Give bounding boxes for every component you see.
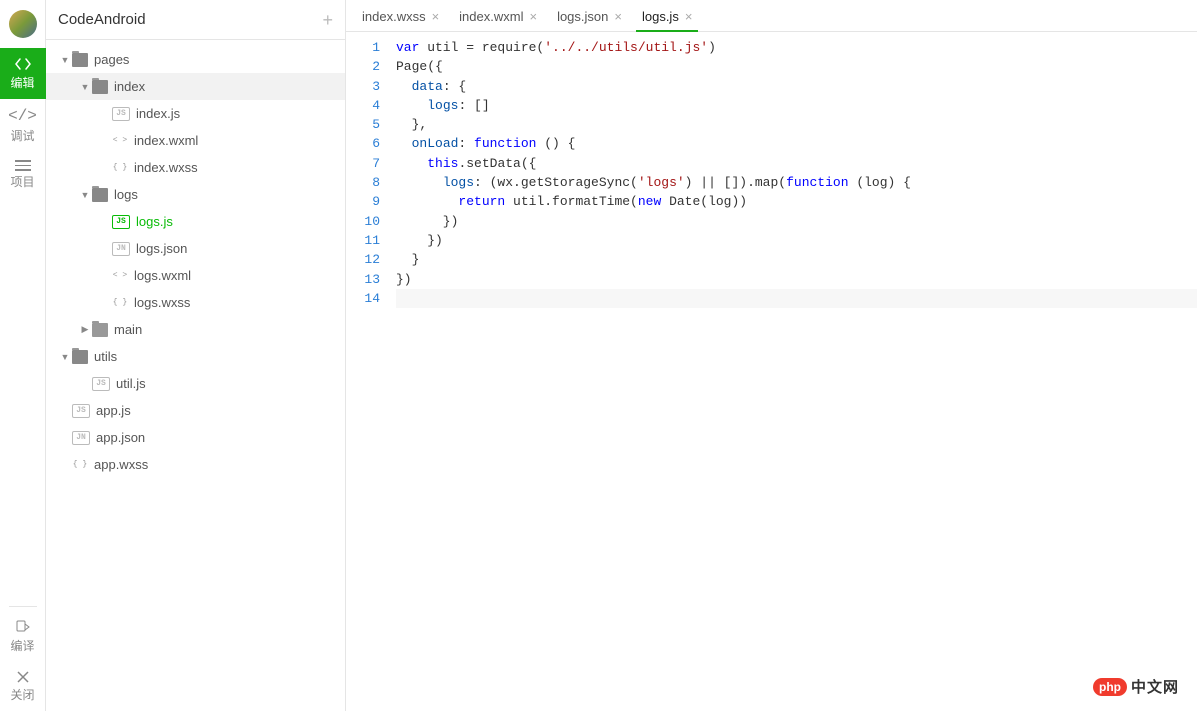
editor-tab-logs-json[interactable]: logs.json × (547, 1, 632, 31)
js-file-icon: JS (112, 215, 130, 229)
folder-index[interactable]: ▼ index (46, 73, 345, 100)
caret-down-icon: ▼ (80, 190, 90, 200)
rail-compile[interactable]: 编译 (0, 611, 46, 662)
compile-icon (15, 619, 31, 635)
rail-debug-label: 调试 (10, 127, 34, 144)
close-icon (16, 670, 30, 684)
folder-main[interactable]: ▶ main (46, 316, 345, 343)
folder-icon (92, 323, 108, 337)
rail-project-label: 项目 (10, 173, 34, 190)
file-index-wxss[interactable]: • { } index.wxss (46, 154, 345, 181)
watermark-badge: php (1093, 678, 1127, 696)
tab-label: logs.js (642, 9, 679, 24)
wxss-file-icon: { } (112, 161, 128, 175)
file-logs-wxml[interactable]: • < > logs.wxml (46, 262, 345, 289)
rail-debug[interactable]: </> 调试 (0, 99, 46, 152)
file-app-json[interactable]: • JN app.json (46, 424, 345, 451)
json-file-icon: JN (72, 431, 90, 445)
editor-tab-index-wxml[interactable]: index.wxml × (449, 1, 547, 31)
tab-label: logs.json (557, 9, 608, 24)
caret-down-icon: ▼ (60, 55, 70, 65)
folder-icon (92, 80, 108, 94)
tab-close-icon[interactable]: × (614, 9, 622, 24)
editor-area: index.wxss × index.wxml × logs.json × logs.js ×… (346, 0, 1197, 711)
json-file-icon: JN (112, 242, 130, 256)
project-name: CodeAndroid (58, 11, 146, 28)
add-file-button[interactable]: + (322, 11, 333, 29)
rail-edit-label: 编辑 (10, 74, 34, 91)
avatar[interactable] (9, 10, 37, 38)
list-icon (15, 160, 31, 171)
caret-down-icon: ▼ (80, 82, 90, 92)
file-index-js[interactable]: • JS index.js (46, 100, 345, 127)
rail-close[interactable]: 关闭 (0, 662, 46, 711)
file-tree: ▼ pages ▼ index • JS index.js • (46, 40, 345, 711)
folder-icon (72, 53, 88, 67)
rail-compile-label: 编译 (10, 637, 34, 654)
editor-tab-logs-js[interactable]: logs.js × (632, 1, 702, 31)
tab-close-icon[interactable]: × (529, 9, 537, 24)
js-file-icon: JS (72, 404, 90, 418)
left-rail: 编辑 </> 调试 项目 编译 关闭 (0, 0, 46, 711)
debug-icon: </> (8, 107, 37, 125)
editor-tab-index-wxss[interactable]: index.wxss × (352, 1, 449, 31)
tab-label: index.wxml (459, 9, 523, 24)
js-file-icon: JS (112, 107, 130, 121)
file-util-js[interactable]: • JS util.js (46, 370, 345, 397)
rail-edit[interactable]: 编辑 (0, 48, 46, 99)
file-logs-json[interactable]: • JN logs.json (46, 235, 345, 262)
code-area[interactable]: 1234567891011121314 var util = require('… (346, 32, 1197, 711)
rail-close-label: 关闭 (10, 686, 34, 703)
wxss-file-icon: { } (112, 296, 128, 310)
folder-pages[interactable]: ▼ pages (46, 46, 345, 73)
tree-header: CodeAndroid + (46, 0, 345, 40)
line-gutter: 1234567891011121314 (346, 32, 390, 711)
rail-project[interactable]: 项目 (0, 152, 46, 198)
caret-right-icon: ▶ (80, 324, 90, 335)
file-logs-js[interactable]: • JS logs.js (46, 208, 345, 235)
editor-tabs: index.wxss × index.wxml × logs.json × logs.js × (346, 0, 1197, 32)
file-index-wxml[interactable]: • < > index.wxml (46, 127, 345, 154)
file-app-wxss[interactable]: • { } app.wxss (46, 451, 345, 478)
wxml-file-icon: < > (112, 134, 128, 148)
file-logs-wxss[interactable]: • { } logs.wxss (46, 289, 345, 316)
folder-icon (72, 350, 88, 364)
folder-icon (92, 188, 108, 202)
watermark-text: 中文网 (1131, 676, 1179, 697)
js-file-icon: JS (92, 377, 110, 391)
wxml-file-icon: < > (112, 269, 128, 283)
code-lines[interactable]: var util = require('../../utils/util.js'… (390, 32, 1197, 711)
wxss-file-icon: { } (72, 458, 88, 472)
caret-down-icon: ▼ (60, 352, 70, 362)
folder-logs[interactable]: ▼ logs (46, 181, 345, 208)
file-tree-panel: CodeAndroid + ▼ pages ▼ index • JS (46, 0, 346, 711)
tab-label: index.wxss (362, 9, 426, 24)
tab-close-icon[interactable]: × (432, 9, 440, 24)
folder-utils[interactable]: ▼ utils (46, 343, 345, 370)
file-app-js[interactable]: • JS app.js (46, 397, 345, 424)
watermark: php 中文网 (1093, 676, 1179, 697)
tab-close-icon[interactable]: × (685, 9, 693, 24)
code-icon (15, 56, 31, 72)
